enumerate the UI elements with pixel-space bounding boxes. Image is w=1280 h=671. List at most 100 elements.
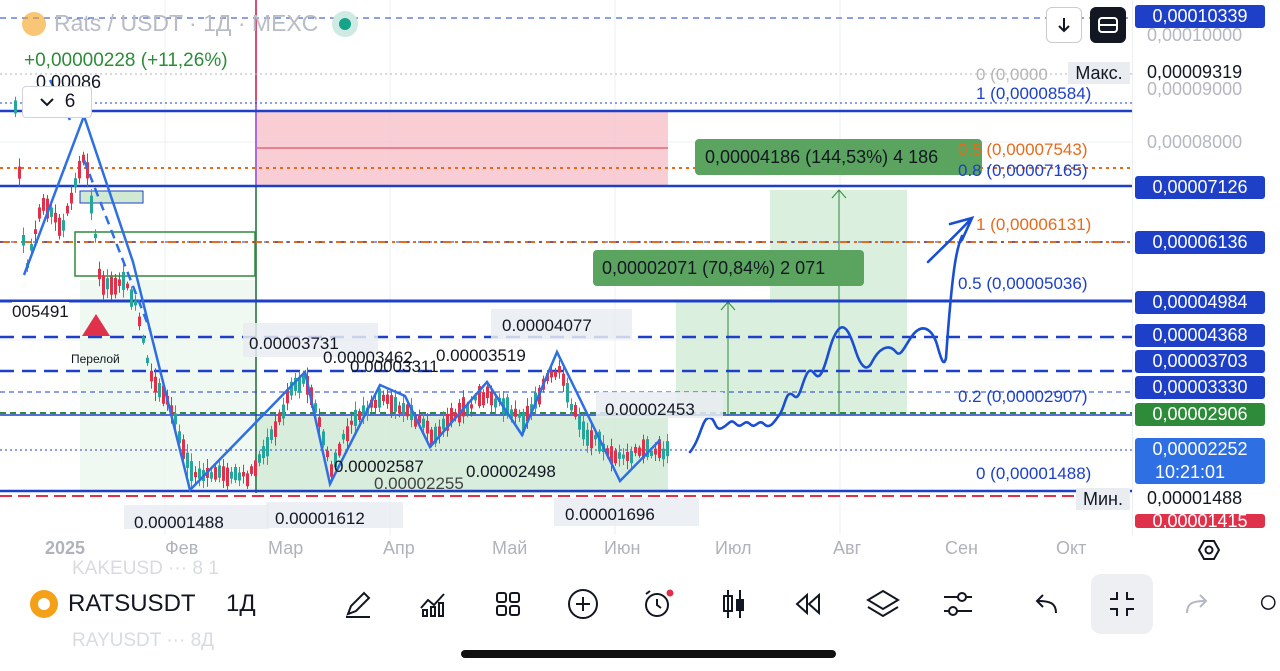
candle: [634, 446, 637, 453]
candle: [382, 394, 385, 402]
layout-button[interactable]: [488, 584, 528, 624]
price-label-current: 0,00002252: [1135, 438, 1265, 461]
settings-button[interactable]: [938, 584, 978, 624]
draw-button[interactable]: [338, 584, 378, 624]
annotation-005491: 005491: [12, 302, 69, 322]
add-button[interactable]: [563, 584, 603, 624]
redo-button[interactable]: [1177, 584, 1217, 624]
candle: [422, 418, 425, 428]
settings-icon[interactable]: [1197, 538, 1221, 562]
home-indicator[interactable]: [461, 650, 836, 658]
time-label-jun: Июн: [604, 538, 641, 558]
undo-button[interactable]: [1026, 584, 1066, 624]
candle: [398, 405, 401, 414]
candle: [614, 450, 617, 464]
download-button[interactable]: [1046, 7, 1082, 43]
candle: [558, 366, 561, 373]
candle: [282, 404, 285, 419]
alerts-button[interactable]: [638, 584, 678, 624]
candle: [238, 472, 241, 481]
price-label-bottom: 0,00001415: [1135, 514, 1265, 528]
candle: [638, 447, 641, 456]
candle: [102, 275, 105, 295]
candle: [490, 392, 493, 406]
candle: [486, 386, 489, 399]
candle: [582, 421, 585, 440]
annotation-4077: 0.00004077: [491, 309, 632, 339]
fib-label-1-orange: 1 (0,00006131): [976, 215, 1092, 234]
price-label-4368: 0,00004368: [1135, 324, 1265, 347]
search-icon: [1260, 595, 1276, 610]
candle: [578, 415, 581, 430]
candle: [258, 454, 261, 463]
candle: [426, 420, 429, 434]
search-button[interactable]: [1258, 584, 1280, 624]
chart-type-button[interactable]: [714, 584, 754, 624]
price-change: +0,00000228 (+11,26%): [24, 50, 228, 71]
candle: [66, 205, 69, 214]
candle: [194, 471, 197, 478]
exit-fullscreen-button[interactable]: [1091, 574, 1153, 634]
range-zone-left[interactable]: [80, 280, 257, 493]
candle: [550, 370, 553, 378]
collapse-icon: [1110, 592, 1134, 616]
candle: [58, 217, 61, 236]
price-tick-10000: 0,00010000: [1147, 25, 1243, 45]
candle: [38, 207, 41, 219]
candle: [94, 233, 97, 239]
indicators-toggle[interactable]: 6: [22, 86, 92, 118]
price-label-2906: 0,00002906: [1135, 403, 1265, 426]
time-label-jul: Июл: [715, 538, 752, 558]
candle: [394, 397, 397, 412]
price-label-7126: 0,00007126: [1135, 176, 1265, 199]
candle: [242, 471, 245, 477]
annotation-1488: 0.00001488: [124, 505, 269, 529]
time-label-aug: Авг: [833, 538, 862, 558]
time-label-2025: 2025: [45, 538, 86, 558]
candle: [138, 316, 141, 327]
candle: [386, 394, 389, 404]
redo-icon: [1186, 594, 1208, 614]
interval-selector[interactable]: 1Д: [226, 590, 256, 618]
annotation-2255: 0.00002255: [374, 474, 464, 493]
price-label-3703: 0,00003703: [1135, 350, 1265, 373]
replay-button[interactable]: [788, 584, 828, 624]
candle: [330, 464, 333, 477]
candle: [654, 448, 657, 455]
candle: [618, 452, 621, 459]
symbol-name: RATSUSDT: [68, 590, 196, 617]
symbol-selector[interactable]: RATSUSDT: [30, 590, 196, 618]
candle: [54, 212, 57, 223]
price-label-6136: 0,00006136: [1135, 231, 1265, 254]
candle: [254, 460, 257, 477]
indicators-button[interactable]: [413, 584, 453, 624]
candle: [574, 405, 577, 417]
candle: [594, 435, 597, 440]
objects-button[interactable]: [863, 584, 903, 624]
candle: [562, 373, 565, 386]
candle: [354, 409, 357, 426]
candle: [342, 433, 345, 440]
candle: [34, 229, 37, 235]
candle: [14, 100, 17, 114]
min-label: Мин.: [1076, 488, 1130, 510]
candles-icon: [723, 590, 744, 618]
candle: [278, 412, 281, 423]
candle: [514, 408, 517, 417]
annotation-1612: 0.00001612: [266, 502, 403, 528]
candle: [350, 420, 353, 425]
candle: [518, 413, 521, 418]
fullscreen-button[interactable]: [1090, 7, 1126, 43]
candle: [338, 443, 341, 456]
candle: [146, 357, 149, 364]
candle: [106, 278, 109, 290]
time-label-feb: Фев: [165, 538, 199, 558]
ghost-symbol-top: KAKEUSD ··· 8 1: [72, 558, 219, 579]
symbol-header[interactable]: Rats / USDT · 1Д · MEXC: [22, 10, 359, 37]
candle: [402, 403, 405, 414]
candle: [470, 404, 473, 409]
chevron-down-icon: [39, 98, 54, 107]
time-label-oct: Окт: [1056, 538, 1087, 558]
candle: [274, 421, 277, 437]
candle: [122, 271, 125, 290]
